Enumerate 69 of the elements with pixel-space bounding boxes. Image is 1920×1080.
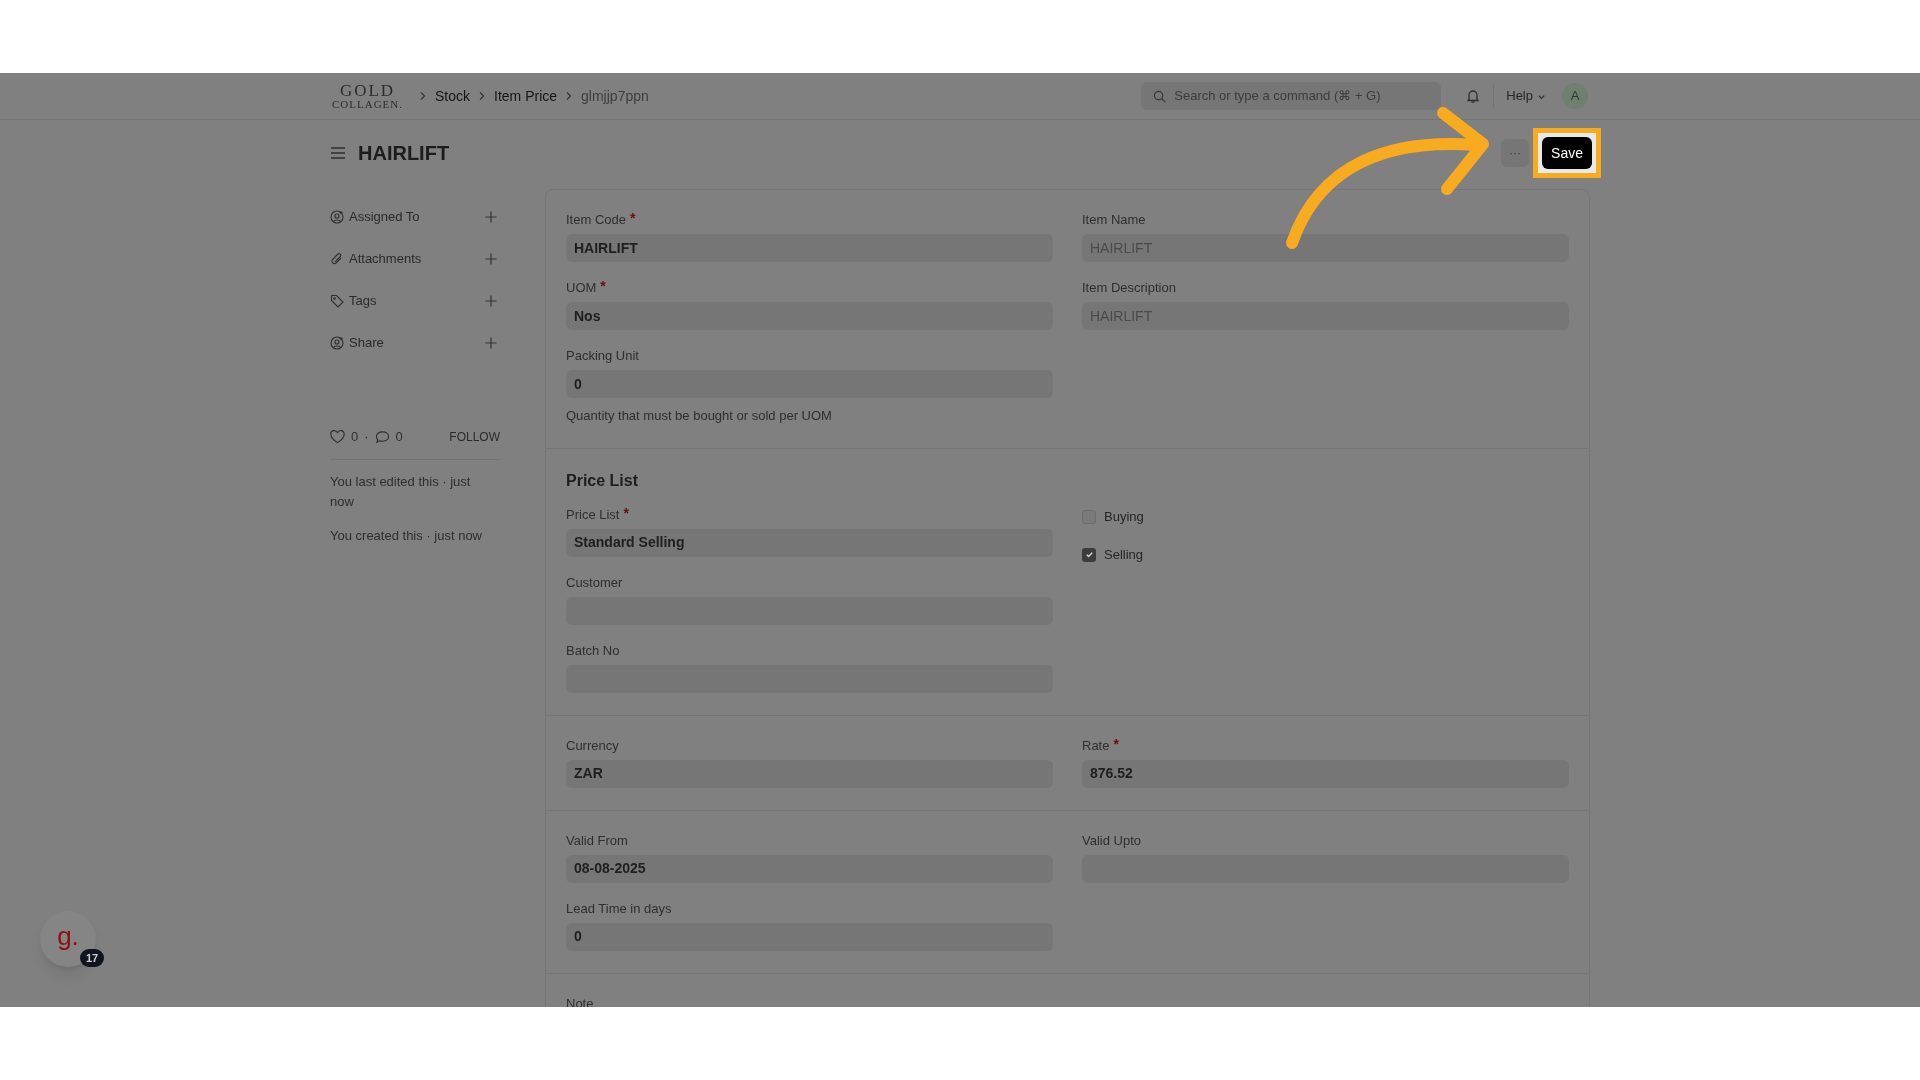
comment-count: 0 xyxy=(395,428,403,446)
checkbox-label: Selling xyxy=(1104,545,1144,564)
required-mark: * xyxy=(623,504,629,522)
menu-icon[interactable] xyxy=(330,146,346,160)
follow-link[interactable]: FOLLOW xyxy=(449,427,500,446)
heart-icon[interactable] xyxy=(330,429,345,444)
field-label: Valid From xyxy=(566,831,628,850)
field-label: Rate xyxy=(1082,736,1110,755)
sidebar-link[interactable]: Share xyxy=(349,333,384,353)
input-field[interactable]: 0 xyxy=(566,922,1053,951)
field-label: Lead Time in days xyxy=(566,899,672,918)
field-label: Item Name xyxy=(1082,211,1146,229)
sidebar-link[interactable]: Tags xyxy=(349,291,377,311)
input-field[interactable]: 0 xyxy=(566,370,1053,398)
check-icon xyxy=(1084,550,1094,559)
notification-icon[interactable] xyxy=(1465,88,1482,104)
checkbox-label: Buying xyxy=(1104,507,1144,526)
search-icon xyxy=(1153,89,1167,103)
user-add-icon xyxy=(330,210,344,224)
tag-icon xyxy=(330,294,344,308)
field-label: Currency xyxy=(566,736,619,755)
breadcrumb-link[interactable]: Stock xyxy=(435,85,471,107)
like-count: 0 xyxy=(351,428,359,446)
breadcrumb-separator-icon xyxy=(478,91,487,101)
search-field[interactable]: Search or type a command (⌘ + G) xyxy=(1141,82,1442,110)
add-icon[interactable] xyxy=(485,337,497,349)
add-icon[interactable] xyxy=(485,211,497,223)
breadcrumb-separator-icon xyxy=(565,91,574,101)
input-field[interactable]: Standard Selling xyxy=(566,528,1053,557)
field-label: Packing Unit xyxy=(566,347,639,365)
field-label: UOM xyxy=(566,279,597,297)
field-label: Valid Upto xyxy=(1082,831,1141,850)
required-mark: * xyxy=(630,210,636,227)
required-mark: * xyxy=(600,278,606,295)
checkbox[interactable] xyxy=(1082,547,1096,562)
separator-dot: · xyxy=(364,428,369,446)
page-title: HAIRLIFT xyxy=(358,141,450,166)
sidebar-link[interactable]: Assigned To xyxy=(349,207,420,227)
input-field[interactable]: 876.52 xyxy=(1082,759,1569,788)
comment-icon[interactable] xyxy=(374,429,390,444)
activity-text: You created this · just now xyxy=(330,526,483,545)
activity-text: You last edited this · just now xyxy=(330,472,472,511)
sidebar-link[interactable]: Attachments xyxy=(349,249,422,269)
breadcrumb-link[interactable]: Item Price xyxy=(494,85,558,107)
field-label: Note xyxy=(566,994,595,1007)
field-label: Item Description xyxy=(1082,279,1176,297)
breadcrumb-link[interactable]: glmjjp7ppn xyxy=(581,85,649,107)
help-menu[interactable]: Help xyxy=(1506,86,1546,106)
section-title: Price List xyxy=(566,470,640,491)
logo[interactable]: GOLD COLLAGEN. xyxy=(332,82,404,110)
field-label: Customer xyxy=(566,573,623,592)
input-field[interactable]: Nos xyxy=(566,302,1053,330)
field-label: Batch No xyxy=(566,641,620,660)
user-add-icon xyxy=(330,336,344,350)
required-mark: * xyxy=(1113,735,1119,753)
paperclip-icon xyxy=(330,252,344,266)
more-button[interactable]: ··· xyxy=(1501,139,1530,167)
save-button[interactable]: Save xyxy=(1542,137,1592,169)
input-field[interactable]: ZAR xyxy=(566,759,1053,788)
field-label: Item Code xyxy=(566,211,626,229)
input-field[interactable]: HAIRLIFT xyxy=(566,234,1053,262)
field-label: Price List xyxy=(566,505,620,524)
field-description: Quantity that must be bought or sold per UOM xyxy=(566,407,833,425)
add-icon[interactable] xyxy=(485,253,497,265)
breadcrumb-separator-icon xyxy=(419,91,428,101)
user-avatar[interactable]: A xyxy=(1562,83,1588,109)
add-icon[interactable] xyxy=(485,295,497,307)
notification-badge: 17 xyxy=(80,949,105,967)
input-field[interactable]: 08-08-2025 xyxy=(566,854,1053,883)
